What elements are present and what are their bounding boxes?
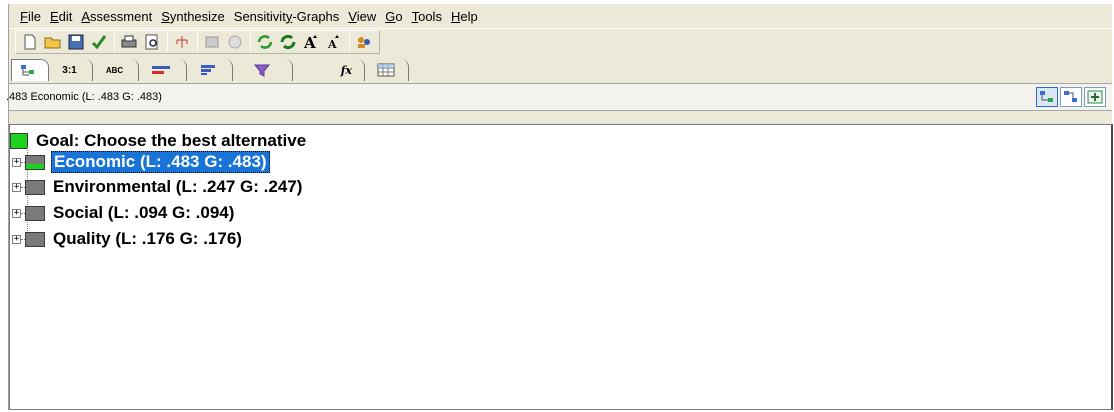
tab-pairwise-graphical[interactable] bbox=[139, 59, 187, 81]
selected-node-info: .483 Economic (L: .483 G: .483) bbox=[6, 91, 162, 103]
goal-color-box bbox=[10, 133, 28, 149]
menu-view[interactable]: View bbox=[347, 8, 377, 25]
priority-box bbox=[25, 205, 45, 221]
menu-edit[interactable]: Edit bbox=[49, 8, 73, 25]
menu-sensitivity-graphs[interactable]: Sensitivity-Graphs bbox=[233, 8, 341, 25]
tab-tree-view[interactable] bbox=[11, 59, 49, 81]
new-file-icon[interactable] bbox=[19, 32, 41, 52]
toolbar-separator bbox=[114, 33, 115, 51]
tree-view-icon bbox=[21, 64, 34, 75]
tab-questionnaire[interactable] bbox=[187, 59, 233, 81]
filter-icon bbox=[253, 64, 270, 77]
disabled-tool-icon bbox=[224, 32, 246, 52]
criterion-label[interactable]: Quality (L: .176 G: .176) bbox=[51, 229, 244, 249]
save-disk-icon[interactable] bbox=[65, 32, 87, 52]
view-tabs: 3:1 ABC fx bbox=[9, 55, 1112, 81]
participants-icon[interactable] bbox=[353, 32, 375, 52]
questionnaire-bars-icon bbox=[200, 65, 215, 75]
menu-bar: File Edit Assessment Synthesize Sensitiv… bbox=[9, 4, 1112, 28]
network-layout-button[interactable] bbox=[1060, 87, 1082, 107]
hierarchy-icon[interactable] bbox=[171, 32, 193, 52]
criterion-node-quality[interactable]: + Quality (L: .176 G: .176) bbox=[12, 229, 244, 249]
priority-box bbox=[25, 179, 45, 195]
criterion-node-environmental[interactable]: + Environmental (L: .247 G: .247) bbox=[12, 177, 304, 197]
disabled-tool-icon bbox=[201, 32, 223, 52]
tree-layout-icon bbox=[1040, 91, 1053, 102]
tab-pairwise-verbal[interactable]: ABC bbox=[93, 59, 139, 81]
view-mode-buttons bbox=[1034, 87, 1106, 107]
expand-icon[interactable]: + bbox=[12, 234, 21, 244]
tab-data-grid-filter[interactable] bbox=[233, 59, 293, 81]
check-icon[interactable] bbox=[88, 32, 110, 52]
toolbar-separator bbox=[197, 33, 198, 51]
print-icon[interactable] bbox=[118, 32, 140, 52]
expand-icon[interactable]: + bbox=[12, 157, 21, 167]
open-folder-icon[interactable] bbox=[42, 32, 64, 52]
tab-formula[interactable]: fx bbox=[293, 59, 365, 81]
hierarchy-tree: Goal: Choose the best alternative + Econ… bbox=[9, 124, 1113, 410]
menu-assessment[interactable]: Assessment bbox=[80, 8, 153, 25]
expand-collapse-icon bbox=[1087, 90, 1103, 104]
refresh-icon[interactable] bbox=[254, 32, 276, 52]
expand-icon[interactable]: + bbox=[12, 182, 21, 192]
menu-synthesize[interactable]: Synthesize bbox=[160, 8, 226, 25]
font-decrease-icon[interactable]: A bbox=[323, 32, 345, 52]
main-toolbar: A A bbox=[9, 29, 1112, 55]
toolbar-separator bbox=[349, 33, 350, 51]
grid-icon bbox=[377, 63, 394, 77]
menu-help[interactable]: Help bbox=[450, 8, 479, 25]
toolbar-separator bbox=[167, 33, 168, 51]
criterion-label[interactable]: Environmental (L: .247 G: .247) bbox=[51, 177, 304, 197]
criterion-label[interactable]: Social (L: .094 G: .094) bbox=[51, 203, 236, 223]
criterion-label[interactable]: Economic (L: .483 G: .483) bbox=[51, 151, 270, 173]
svg-text:A: A bbox=[327, 38, 337, 50]
tab-data-grid[interactable] bbox=[365, 59, 409, 81]
priority-box bbox=[25, 154, 45, 170]
menu-file[interactable]: File bbox=[19, 8, 42, 25]
priority-box bbox=[25, 231, 45, 247]
graphical-bars-icon bbox=[151, 66, 170, 74]
menu-go[interactable]: Go bbox=[384, 8, 403, 25]
selected-node-info-bar: .483 Economic (L: .483 G: .483) bbox=[6, 83, 1112, 111]
svg-text:A: A bbox=[303, 34, 316, 50]
tree-layout-button[interactable] bbox=[1036, 87, 1058, 107]
goal-label: Goal: Choose the best alternative bbox=[36, 131, 307, 150]
tab-pairwise-numerical[interactable]: 3:1 bbox=[49, 59, 93, 81]
goal-node[interactable]: Goal: Choose the best alternative bbox=[10, 131, 306, 151]
criterion-node-social[interactable]: + Social (L: .094 G: .094) bbox=[12, 203, 236, 223]
menu-tools[interactable]: Tools bbox=[411, 8, 443, 25]
toolbar-separator bbox=[250, 33, 251, 51]
application-window: File Edit Assessment Synthesize Sensitiv… bbox=[6, 4, 1113, 410]
network-layout-icon bbox=[1064, 91, 1077, 102]
expand-collapse-button[interactable] bbox=[1084, 87, 1106, 107]
print-preview-icon[interactable] bbox=[141, 32, 163, 52]
priority-fill bbox=[26, 163, 44, 169]
toolbar-group: A A bbox=[15, 30, 380, 54]
refresh-all-icon[interactable] bbox=[277, 32, 299, 52]
criterion-node-economic[interactable]: + Economic (L: .483 G: .483) bbox=[12, 151, 270, 173]
font-increase-icon[interactable]: A bbox=[300, 32, 322, 52]
expand-icon[interactable]: + bbox=[12, 208, 21, 218]
